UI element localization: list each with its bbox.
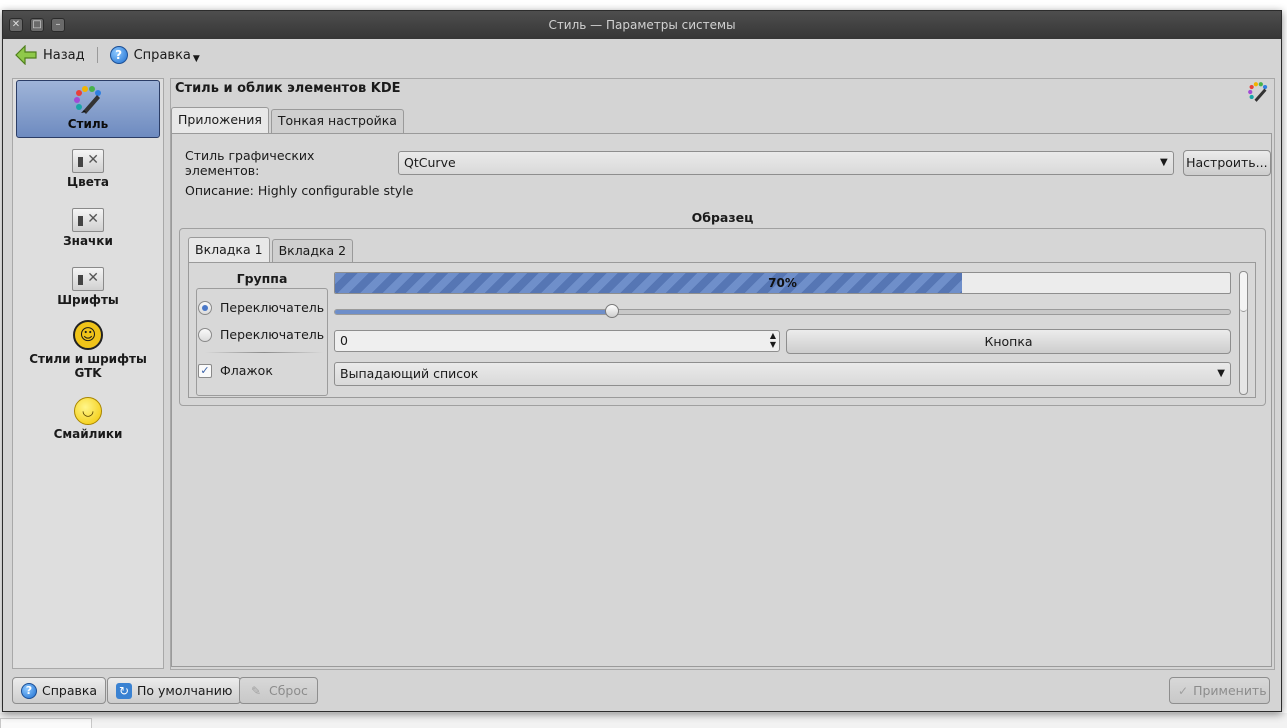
- widget-style-label: Стиль графических элементов:: [185, 148, 315, 178]
- sample-progress-bar: 70%: [334, 272, 1231, 294]
- sample-button[interactable]: Кнопка: [786, 329, 1231, 354]
- sidebar-item-fonts[interactable]: Шрифты: [16, 257, 160, 315]
- toolbar-separator: [96, 47, 98, 63]
- scrollbar-thumb[interactable]: [1240, 272, 1247, 312]
- sidebar-item-colors[interactable]: Цвета: [16, 139, 160, 197]
- checkmark-icon: ✓: [1178, 683, 1189, 698]
- checkbox-label: Флажок: [220, 363, 273, 378]
- configure-button[interactable]: Настроить...: [1182, 150, 1271, 176]
- sample-tabs: Вкладка 1 Вкладка 2: [188, 237, 355, 263]
- minimize-window-icon[interactable]: –: [51, 18, 65, 32]
- tab-fine-tuning[interactable]: Тонкая настройка: [270, 109, 404, 133]
- apply-button[interactable]: ✓ Применить: [1169, 677, 1270, 704]
- page-title: Стиль и облик элементов KDE: [175, 81, 401, 96]
- sample-spinbox[interactable]: 0 ▲ ▼: [334, 330, 780, 352]
- sidebar-item-label: Стиль: [67, 117, 109, 131]
- sidebar-item-gtk[interactable]: ☺ Стили и шрифты GTK: [16, 316, 160, 390]
- close-window-icon[interactable]: ✕: [9, 18, 23, 32]
- reset-button[interactable]: ✎ Сброс: [239, 677, 318, 704]
- toolbar: Назад ? Справка ▼: [3, 39, 1281, 71]
- sample-checkbox[interactable]: ✓ Флажок: [198, 363, 273, 378]
- bottom-button-bar: ? Справка ↻ По умолчанию ✎ Сброс ✓ Приме…: [3, 677, 1281, 709]
- group-title: Группа: [236, 271, 288, 286]
- back-arrow-icon: [15, 45, 37, 65]
- radio-label: Переключатель: [220, 327, 325, 342]
- smiley-icon: ◡: [74, 397, 102, 425]
- sidebar-item-label: Значки: [63, 234, 113, 248]
- sidebar-item-style[interactable]: Стиль: [16, 80, 160, 138]
- slider-fill: [335, 310, 613, 314]
- spinbox-value: 0: [340, 333, 348, 348]
- maximize-window-icon[interactable]: □: [30, 18, 44, 32]
- help-menu-button[interactable]: ? Справка ▼: [106, 42, 204, 68]
- radio-label: Переключатель: [220, 300, 325, 315]
- main-panel: Стиль и облик элементов KDE Приложения Т…: [170, 78, 1275, 670]
- reload-icon: ↻: [116, 682, 132, 699]
- radio-checked-icon: [198, 300, 212, 315]
- background-window-tab: [0, 718, 92, 728]
- checkbox-checked-icon: ✓: [198, 363, 212, 378]
- help-label: Справка: [133, 47, 191, 63]
- colors-tool-icon: [72, 149, 104, 173]
- sidebar-item-label: Шрифты: [57, 293, 119, 307]
- chevron-down-icon: ▼: [192, 54, 200, 64]
- reset-icon: ✎: [250, 683, 262, 698]
- apply-button-label: Применить: [1193, 683, 1267, 698]
- title-bar[interactable]: ✕ □ – Стиль — Параметры системы: [3, 11, 1281, 39]
- tab-applications[interactable]: Приложения: [171, 107, 269, 133]
- spin-arrows-icon[interactable]: ▲ ▼: [770, 331, 776, 349]
- window-title: Стиль — Параметры системы: [548, 18, 736, 32]
- sidebar-item-label: Цвета: [67, 175, 109, 189]
- sidebar-item-icons[interactable]: Значки: [16, 198, 160, 256]
- chevron-down-icon: ▼: [1160, 157, 1168, 168]
- reset-button-label: Сброс: [269, 683, 308, 698]
- applications-tab-pane: Стиль графических элементов: QtCurve ▼ Н…: [171, 133, 1272, 667]
- sample-radio-1[interactable]: Переключатель: [198, 300, 324, 315]
- widget-style-row: Стиль графических элементов: QtCurve ▼ Н…: [185, 148, 1271, 178]
- fonts-tool-icon: [72, 267, 104, 291]
- help-icon: ?: [109, 46, 128, 64]
- sample-preview-box: Вкладка 1 Вкладка 2 Группа Переключатель…: [179, 228, 1266, 406]
- icons-tool-icon: [72, 208, 104, 232]
- defaults-button-label: По умолчанию: [137, 683, 233, 698]
- sample-tab-pane: Группа Переключатель Переключатель ✓ Фла…: [188, 262, 1256, 398]
- tab-sample-2[interactable]: Вкладка 2: [271, 239, 354, 263]
- combobox-value: Выпадающий список: [340, 366, 479, 381]
- sidebar-item-emoticons[interactable]: ◡ Смайлики: [16, 391, 160, 449]
- gtk-icon: ☺: [73, 320, 103, 350]
- progress-text: 70%: [768, 276, 797, 290]
- sample-title: Образец: [691, 210, 754, 225]
- desktop-background: [0, 713, 1287, 728]
- help-button-label: Справка: [42, 683, 98, 698]
- widget-style-select[interactable]: QtCurve ▼: [398, 151, 1174, 175]
- back-button[interactable]: Назад: [11, 42, 89, 68]
- widget-style-value: QtCurve: [404, 155, 456, 170]
- main-tabs: Приложения Тонкая настройка: [171, 107, 406, 133]
- style-brush-icon: [74, 86, 101, 114]
- group-divider: [205, 352, 323, 353]
- sample-combobox[interactable]: Выпадающий список ▼: [334, 362, 1231, 386]
- back-label: Назад: [43, 47, 85, 63]
- chevron-down-icon: ▼: [1217, 368, 1225, 379]
- tab-sample-1[interactable]: Вкладка 1: [188, 237, 270, 263]
- style-description: Описание: Highly configurable style: [185, 183, 414, 198]
- sidebar-item-label: Стили и шрифты GTK: [29, 352, 147, 380]
- help-button[interactable]: ? Справка: [12, 677, 107, 704]
- category-sidebar: Стиль Цвета Значки Шрифты ☺ Стили и шриф…: [12, 78, 164, 669]
- style-brush-icon: [1248, 82, 1268, 102]
- slider-handle[interactable]: [605, 304, 620, 318]
- defaults-button[interactable]: ↻ По умолчанию: [107, 677, 242, 704]
- sidebar-item-label: Смайлики: [53, 427, 123, 441]
- radio-unchecked-icon: [198, 327, 212, 342]
- sample-radio-2[interactable]: Переключатель: [198, 327, 324, 342]
- sample-slider[interactable]: [334, 304, 1231, 318]
- help-icon: ?: [21, 682, 37, 699]
- system-settings-window: ✕ □ – Стиль — Параметры системы Назад ? …: [2, 10, 1282, 712]
- sample-scrollbar[interactable]: [1239, 271, 1248, 395]
- window-controls: ✕ □ –: [9, 18, 65, 32]
